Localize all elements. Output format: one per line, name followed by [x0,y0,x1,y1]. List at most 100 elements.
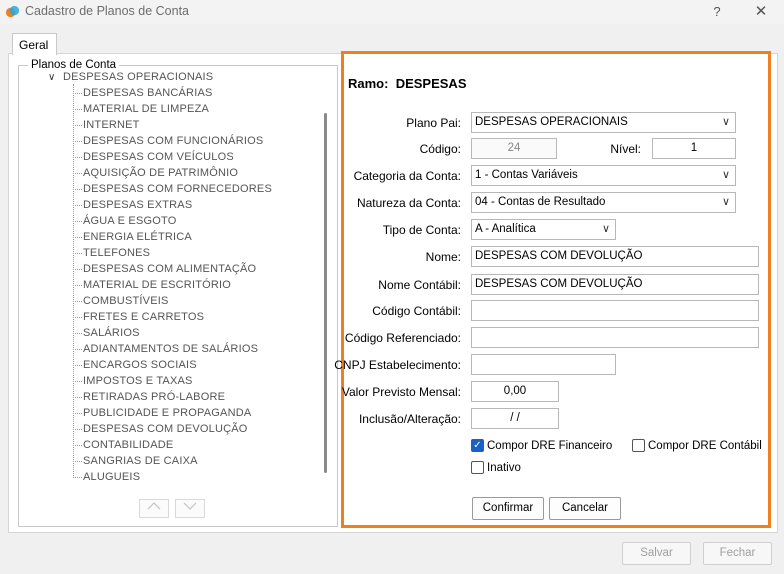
confirmar-button[interactable]: Confirmar [472,497,544,520]
tree-connector [73,316,82,318]
tree-item[interactable]: DESPESAS BANCÁRIAS [73,87,213,103]
tree-item-label: PUBLICIDADE E PROPAGANDA [83,407,252,420]
app-logo-icon [5,5,20,18]
tree-item[interactable]: PUBLICIDADE E PROPAGANDA [73,407,251,423]
tree-item[interactable]: FRETES E CARRETOS [73,311,204,327]
tree-item[interactable]: DESPESAS COM DEVOLUÇÃO [73,423,248,439]
categoria-label: Categoria da Conta: [353,169,461,183]
tab-geral[interactable]: Geral [12,33,57,55]
cnpj-label: CNPJ Estabelecimento: [334,358,461,372]
tree-item[interactable]: MATERIAL DE ESCRITÓRIO [73,279,231,295]
help-button[interactable]: ? [706,1,728,23]
tree-item[interactable]: DESPESAS COM VEÍCULOS [73,151,234,167]
tree-item[interactable]: TELEFONES [73,247,150,263]
tree-item[interactable]: DESPESAS COM FUNCIONÁRIOS [73,135,263,151]
tree-item[interactable]: MATERIAL DE LIMPEZA [73,103,209,119]
tree-item[interactable]: AQUISIÇÃO DE PATRIMÔNIO [73,167,238,183]
tree-item[interactable]: ALUGUEIS [73,471,140,487]
nome-contabil-field[interactable]: DESPESAS COM DEVOLUÇÃO [471,274,759,295]
close-window-button[interactable]: ✕ [750,1,772,23]
codigo-field[interactable]: 24 [471,138,557,159]
tipo-select[interactable]: A - Analítica ∨ [471,219,616,240]
tree-item[interactable]: IMPOSTOS E TAXAS [73,375,193,391]
chevron-up-icon [147,502,161,510]
valor-previsto-label: Valor Previsto Mensal: [341,385,461,399]
tree-root-item[interactable]: DESPESAS OPERACIONAIS [63,71,213,83]
nome-field[interactable]: DESPESAS COM DEVOLUÇÃO [471,246,759,267]
tree-item[interactable]: INTERNET [73,119,140,135]
tree-connector [73,348,82,350]
ramo-heading: Ramo: DESPESAS [348,76,467,91]
inativo-checkbox[interactable] [471,461,484,474]
salvar-button[interactable]: Salvar [622,542,691,565]
tree-connector [73,428,82,430]
tree-connector [73,476,82,478]
tree-item[interactable]: SALÁRIOS [73,327,140,343]
tipo-value: A - Analítica [475,223,536,235]
dre-financeiro-checkbox[interactable]: ✓ [471,439,484,452]
tree-connector [73,124,82,126]
cnpj-field[interactable] [471,354,616,375]
tree-item-label: AQUISIÇÃO DE PATRIMÔNIO [83,167,239,180]
tree-item[interactable]: DESPESAS COM ALIMENTAÇÃO [73,263,256,279]
categoria-select[interactable]: 1 - Contas Variáveis ∨ [471,165,736,186]
tree-connector [73,92,82,94]
tree-item-label: ALUGUEIS [83,471,141,484]
tree-item[interactable]: DESPESAS COM FORNECEDORES [73,183,272,199]
title-bar: Cadastro de Planos de Conta ? ✕ [0,0,784,24]
tree-item-label: COMBUSTÍVEIS [83,295,169,308]
inclusao-field[interactable]: / / [471,408,559,429]
tree-connector [73,108,82,110]
fechar-button[interactable]: Fechar [703,542,772,565]
valor-previsto-field[interactable]: 0,00 [471,381,559,402]
plano-pai-label: Plano Pai: [406,116,461,130]
tree-item[interactable]: ENERGIA ELÉTRICA [73,231,192,247]
tree-connector [73,284,82,286]
tree-connector [73,444,82,446]
dre-contabil-checkbox[interactable] [632,439,645,452]
plano-pai-select[interactable]: DESPESAS OPERACIONAIS ∨ [471,112,736,133]
chevron-down-icon: ∨ [601,223,610,235]
tree-item-label: ADIANTAMENTOS DE SALÁRIOS [83,343,259,356]
tree-connector [73,332,82,334]
tree-scrollbar-thumb[interactable] [324,113,327,473]
tree-item[interactable]: ADIANTAMENTOS DE SALÁRIOS [73,343,258,359]
tree-item-label: DESPESAS COM FORNECEDORES [83,183,272,196]
dre-contabil-label: Compor DRE Contábil [648,440,762,452]
tree-item[interactable]: ENCARGOS SOCIAIS [73,359,197,375]
tree-connector [73,172,82,174]
tree-item[interactable]: ÁGUA E ESGOTO [73,215,176,231]
tree-item[interactable]: CONTABILIDADE [73,439,173,455]
tree-item[interactable]: RETIRADAS PRÓ-LABORE [73,391,225,407]
codigo-referenciado-field[interactable] [471,327,759,348]
inclusao-label: Inclusão/Alteração: [358,412,461,426]
codigo-label: Código: [419,142,461,156]
codigo-contabil-field[interactable] [471,300,759,321]
move-up-button[interactable] [139,499,169,518]
accounts-tree[interactable]: ∨ DESPESAS OPERACIONAIS DESPESAS BANCÁRI… [22,70,334,488]
cancelar-button[interactable]: Cancelar [549,497,621,520]
tree-item-label: CONTABILIDADE [83,439,174,452]
chevron-down-icon[interactable]: ∨ [48,72,55,83]
tree-connector [73,252,82,254]
tree-connector [73,412,82,414]
tree-item[interactable]: SANGRIAS DE CAIXA [73,455,198,471]
tree-connector [73,188,82,190]
tree-item[interactable]: COMBUSTÍVEIS [73,295,169,311]
tree-connector [73,300,82,302]
natureza-value: 04 - Contas de Resultado [475,196,606,208]
codigo-referenciado-label: Código Referenciado: [344,331,461,345]
categoria-value: 1 - Contas Variáveis [475,169,578,181]
codigo-contabil-label: Código Contábil: [372,304,461,318]
ramo-value: DESPESAS [395,76,467,91]
tree-item-label: DESPESAS COM ALIMENTAÇÃO [83,263,257,276]
move-down-button[interactable] [175,499,205,518]
tree-item-label: SANGRIAS DE CAIXA [83,455,198,468]
natureza-select[interactable]: 04 - Contas de Resultado ∨ [471,192,736,213]
tree-item-label: DESPESAS EXTRAS [83,199,193,212]
tree-item-label: ENCARGOS SOCIAIS [83,359,197,372]
tree-item-label: IMPOSTOS E TAXAS [83,375,193,388]
tree-item[interactable]: DESPESAS EXTRAS [73,199,192,215]
chevron-down-icon: ∨ [721,169,730,181]
nivel-field[interactable]: 1 [652,138,736,159]
